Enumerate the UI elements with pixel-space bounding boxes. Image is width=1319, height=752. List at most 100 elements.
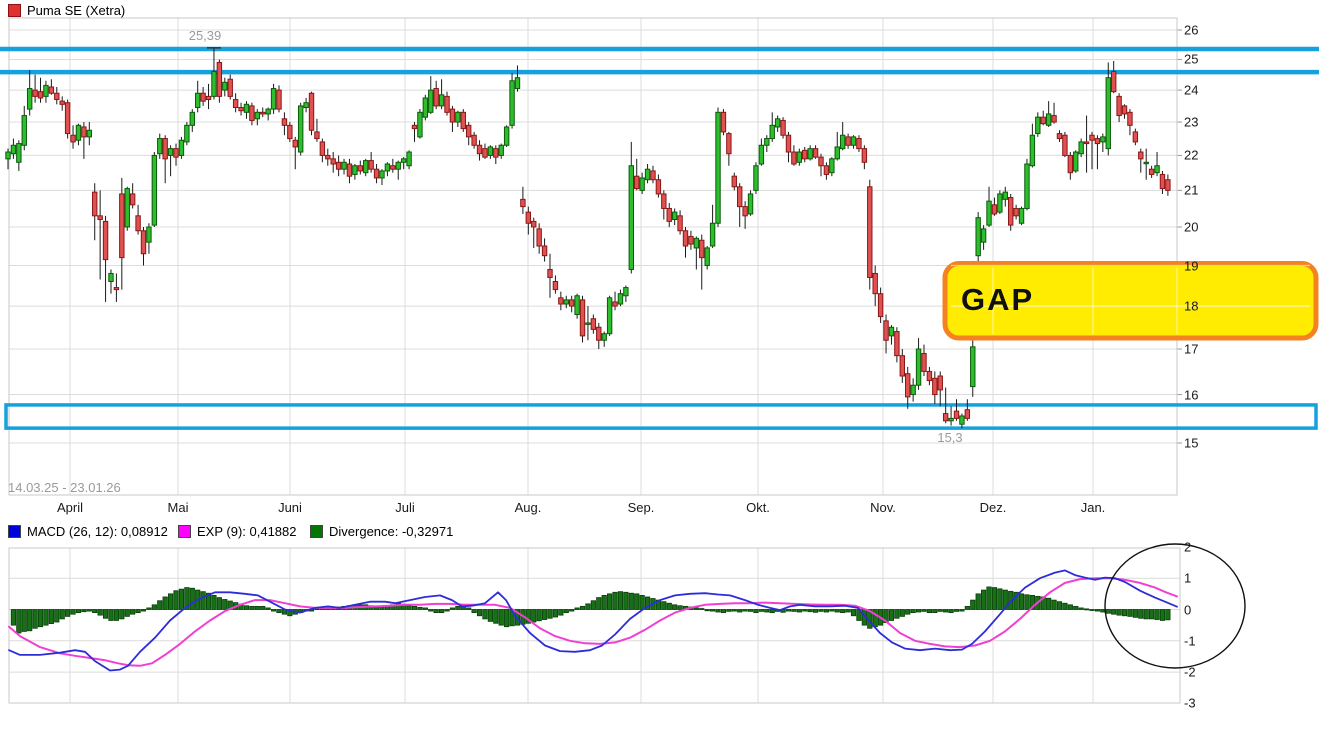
divergence-bar — [488, 610, 492, 622]
candle — [309, 93, 313, 130]
candle — [1144, 162, 1148, 163]
macd-panel-canvas[interactable] — [0, 520, 1319, 752]
divergence-bar — [158, 601, 162, 610]
candle — [738, 187, 742, 207]
divergence-bar — [494, 610, 498, 624]
candle — [152, 155, 156, 225]
candle — [813, 149, 817, 158]
candle — [271, 89, 275, 110]
candle — [803, 150, 807, 159]
divergence-bar — [125, 610, 129, 617]
candle — [580, 300, 584, 336]
candle — [288, 125, 292, 138]
candle — [130, 194, 134, 205]
divergence-bar — [694, 608, 698, 610]
candle — [499, 145, 503, 155]
divergence-bar — [429, 610, 433, 612]
divergence-bar — [1025, 595, 1029, 610]
candle — [1074, 152, 1078, 171]
candle — [277, 90, 281, 109]
candle — [992, 205, 996, 214]
divergence-bar — [830, 610, 834, 612]
candle — [93, 192, 97, 216]
candle — [49, 87, 53, 93]
candle — [1019, 208, 1023, 223]
divergence-bar — [168, 594, 172, 610]
candle — [797, 152, 801, 162]
divergence-bar — [537, 610, 541, 621]
gap-annotation-label[interactable]: GAP — [961, 282, 1034, 318]
candle — [250, 106, 254, 121]
candle — [857, 139, 861, 149]
candle — [17, 144, 21, 163]
candle — [233, 100, 237, 108]
divergence-bar — [532, 610, 536, 623]
candle — [933, 378, 937, 394]
candle — [721, 112, 725, 132]
candle — [6, 152, 10, 159]
candle — [786, 135, 790, 152]
divergence-color-swatch-icon — [310, 525, 323, 538]
candle — [369, 161, 373, 170]
divergence-bar — [624, 592, 628, 609]
divergence-bar — [900, 610, 904, 617]
divergence-bar — [1166, 610, 1170, 620]
divergence-bar — [1019, 594, 1023, 610]
candle — [618, 294, 622, 304]
divergence-bar — [1101, 610, 1105, 613]
candle — [548, 269, 552, 277]
candle — [163, 139, 167, 159]
candle — [732, 176, 736, 187]
divergence-bar — [965, 606, 969, 609]
candle — [819, 157, 823, 166]
divergence-bar — [1095, 610, 1099, 612]
divergence-bar — [212, 595, 216, 609]
divergence-bar — [960, 610, 964, 612]
divergence-bar — [803, 610, 807, 612]
divergence-bar — [450, 608, 454, 610]
candle — [304, 103, 308, 108]
divergence-bar — [743, 610, 747, 612]
candle — [342, 162, 346, 169]
price-axis-label: 17 — [1184, 342, 1198, 357]
candle — [645, 169, 649, 180]
candle — [1090, 135, 1094, 140]
candle — [878, 294, 882, 317]
candle — [364, 161, 368, 173]
candle — [1117, 96, 1121, 115]
price-chart-canvas[interactable] — [0, 0, 1319, 520]
divergence-bar — [407, 606, 411, 610]
divergence-bar — [1090, 610, 1094, 611]
candle — [504, 127, 508, 145]
candle — [662, 194, 666, 209]
candle — [943, 414, 947, 421]
candle — [396, 162, 400, 169]
divergence-bar — [748, 610, 752, 612]
candle — [147, 227, 151, 242]
divergence-bar — [1106, 610, 1110, 614]
candle — [1133, 132, 1137, 142]
divergence-bar — [103, 610, 107, 619]
candle — [1160, 174, 1164, 188]
candle — [808, 149, 812, 159]
candle — [158, 139, 162, 154]
divergence-bar — [1079, 608, 1083, 610]
candle — [179, 140, 183, 155]
candle — [868, 187, 872, 278]
divergence-bar — [467, 608, 471, 610]
candle — [748, 194, 752, 214]
candle — [754, 166, 758, 191]
candle — [336, 162, 340, 169]
divergence-bar — [851, 610, 855, 616]
divergence-bar — [439, 610, 443, 613]
price-axis-label: 19 — [1184, 258, 1198, 273]
divergence-bar — [580, 606, 584, 609]
candle — [483, 149, 487, 158]
candle — [120, 194, 124, 258]
divergence-bar — [1149, 610, 1153, 619]
candle — [1149, 169, 1153, 174]
divergence-bar — [613, 592, 617, 609]
candle — [293, 140, 297, 147]
x-axis-label: Nov. — [870, 500, 896, 515]
divergence-bar — [17, 610, 21, 633]
